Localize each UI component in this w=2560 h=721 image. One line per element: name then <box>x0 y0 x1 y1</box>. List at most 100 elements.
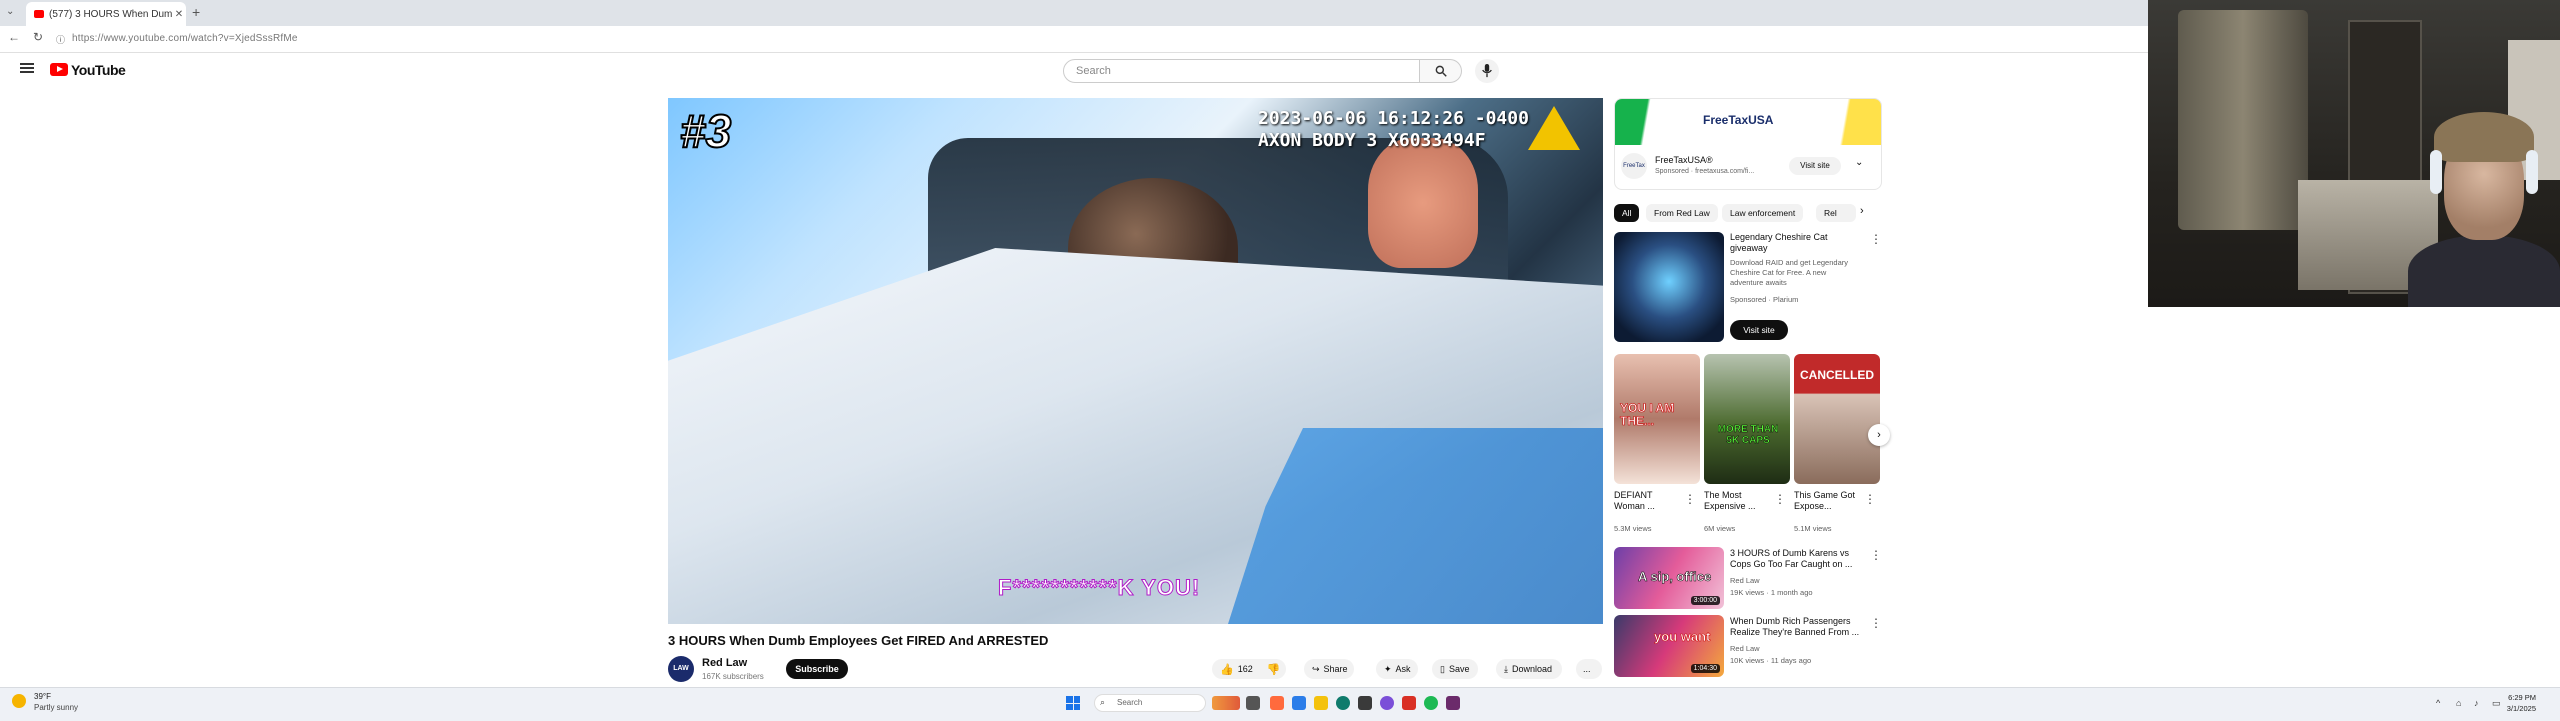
chip-law-enforcement[interactable]: Law enforcement <box>1722 204 1804 222</box>
more-icon: ... <box>1583 664 1591 674</box>
site-info-icon[interactable]: ⓘ <box>56 33 65 46</box>
share-label: Share <box>1323 664 1348 674</box>
recommended-2-channel[interactable]: Red Law <box>1730 644 1760 654</box>
download-button[interactable]: ⤓ Download <box>1496 659 1562 679</box>
share-button[interactable]: ↪ Share <box>1304 659 1354 679</box>
save-button[interactable]: ▯ Save <box>1432 659 1478 679</box>
file-explorer-icon[interactable] <box>1314 696 1328 710</box>
menu-icon[interactable] <box>20 63 34 73</box>
like-dislike-group: 👍 162 👎 <box>1212 659 1286 679</box>
browser-tab-bar <box>0 0 2148 26</box>
taskbar-search-input[interactable]: Search <box>1094 694 1206 712</box>
chip-from-red-law[interactable]: From Red Law <box>1646 204 1718 222</box>
save-label: Save <box>1448 664 1470 674</box>
taskbar-app-icon-2[interactable] <box>1292 696 1306 710</box>
taskbar-search-icon: ⌕ <box>1100 697 1106 707</box>
weather-sun-icon[interactable] <box>12 694 26 708</box>
video-player[interactable]: #3 2023-06-06 16:12:26 -0400 AXON BODY 3… <box>668 98 1603 624</box>
ask-button[interactable]: ✦ Ask <box>1376 659 1418 679</box>
video-title: 3 HOURS When Dumb Employees Get FIRED An… <box>668 633 1049 648</box>
subscribe-button[interactable]: Subscribe <box>786 659 848 679</box>
dislike-button[interactable]: 👎 <box>1267 663 1281 676</box>
more-actions-button[interactable]: ... <box>1576 659 1602 679</box>
ask-label: Ask <box>1395 664 1411 674</box>
youtube-logo-icon[interactable] <box>50 63 68 76</box>
taskbar-app-icon-6[interactable] <box>1446 696 1460 710</box>
channel-avatar[interactable]: LAW <box>668 656 694 682</box>
short-3-more-icon[interactable]: ⋮ <box>1864 492 1876 506</box>
new-tab-icon[interactable]: + <box>192 4 200 20</box>
url-field[interactable]: https://www.youtube.com/watch?v=XjedSssR… <box>72 33 298 44</box>
ad-banner[interactable]: FreeTaxUSA FreeTax FreeTaxUSA® Sponsored… <box>1614 98 1882 190</box>
promo-title[interactable]: Legendary Cheshire Cat giveaway <box>1730 232 1860 254</box>
youtube-logo-text[interactable]: YouTube <box>71 62 126 78</box>
taskbar-app-icon-5[interactable] <box>1402 696 1416 710</box>
chip-rel[interactable]: Rel <box>1816 204 1856 222</box>
recommended-1-title[interactable]: 3 HOURS of Dumb Karens vs Cops Go Too Fa… <box>1730 548 1860 570</box>
recommended-2-more-icon[interactable]: ⋮ <box>1870 616 1882 630</box>
taskbar-app-icon-3[interactable] <box>1358 696 1372 710</box>
ad-brand-text: FreeTaxUSA <box>1703 113 1774 127</box>
taskbar-app-icon-1[interactable] <box>1270 696 1284 710</box>
recommended-1-more-icon[interactable]: ⋮ <box>1870 548 1882 562</box>
short-2-title[interactable]: The Most Expensive ... <box>1704 490 1768 512</box>
search-icon <box>1435 65 1447 77</box>
edge-browser-icon[interactable] <box>1336 696 1350 710</box>
windows-start-icon[interactable] <box>1066 696 1080 710</box>
webcam-headset-right <box>2526 150 2538 194</box>
chevron-right-icon[interactable]: › <box>1860 205 1864 217</box>
promo-visit-site-button[interactable]: Visit site <box>1730 320 1788 340</box>
chip-all[interactable]: All <box>1614 204 1640 222</box>
tray-overflow-icon[interactable]: ^ <box>2436 698 2440 708</box>
search-input[interactable]: Search <box>1063 59 1420 83</box>
short-3-views: 5.1M views <box>1794 524 1832 533</box>
short-2-views: 6M views <box>1704 524 1736 533</box>
short-2-more-icon[interactable]: ⋮ <box>1774 492 1786 506</box>
close-tab-icon[interactable]: ✕ <box>172 9 186 20</box>
video-caption: F***********K YOU! <box>997 575 1201 601</box>
search-button[interactable] <box>1420 59 1462 83</box>
channel-name[interactable]: Red Law <box>702 657 747 669</box>
task-view-icon[interactable] <box>1246 696 1260 710</box>
short-1-title[interactable]: DEFIANT Woman ... <box>1614 490 1678 512</box>
webcam-person-hair <box>2434 112 2534 162</box>
recommended-thumbnail-1[interactable]: A sip, office 3:00:00 <box>1614 547 1724 609</box>
tab-list-icon[interactable]: ⌄ <box>6 6 14 17</box>
ad-advertiser: FreeTaxUSA® <box>1655 155 1713 165</box>
reload-icon[interactable]: ↻ <box>33 30 43 44</box>
short-1-more-icon[interactable]: ⋮ <box>1684 492 1696 506</box>
ad-visit-site-button[interactable]: Visit site <box>1789 157 1841 175</box>
taskbar-app-icon-4[interactable] <box>1380 696 1394 710</box>
promo-more-icon[interactable]: ⋮ <box>1870 232 1882 246</box>
voice-search-button[interactable] <box>1475 59 1499 83</box>
bodycam-device: AXON BODY 3 X6033494F <box>1258 130 1486 151</box>
subscriber-count: 167K subscribers <box>702 672 764 681</box>
recommended-1-channel[interactable]: Red Law <box>1730 576 1760 586</box>
recommended-2-title[interactable]: When Dumb Rich Passengers Realize They'r… <box>1730 616 1860 638</box>
promo-description: Download RAID and get Legendary Cheshire… <box>1730 258 1848 287</box>
download-label: Download <box>1511 664 1553 674</box>
recommended-2-duration: 1:04:30 <box>1690 664 1720 673</box>
taskbar-widget-icon[interactable] <box>1212 696 1240 710</box>
chevron-down-icon[interactable]: ⌄ <box>1855 157 1863 168</box>
weather-temperature[interactable]: 39°F <box>34 692 51 701</box>
recommended-thumbnail-2[interactable]: you want 1:04:30 <box>1614 615 1724 677</box>
promo-sponsor: Sponsored · Plarium <box>1730 295 1799 304</box>
webcam-person-body <box>2408 235 2560 307</box>
short-thumbnail-2[interactable]: MORE THAN 5K CAPS <box>1704 354 1790 484</box>
sparkle-icon: ✦ <box>1384 663 1392 674</box>
short-3-title[interactable]: This Game Got Expose... <box>1794 490 1858 512</box>
video-bodycam-timestamp: 2023-06-06 16:12:26 -0400 AXON BODY 3 X6… <box>1258 108 1529 152</box>
like-button[interactable]: 👍 162 <box>1220 663 1253 676</box>
short-thumbnail-1[interactable]: YOU I AM THE... <box>1614 354 1700 484</box>
weather-description[interactable]: Partly sunny <box>34 703 78 712</box>
back-icon[interactable]: ← <box>8 30 20 44</box>
shorts-next-arrow-icon[interactable]: › <box>1868 424 1890 446</box>
promo-thumbnail[interactable] <box>1614 232 1724 342</box>
taskbar-date[interactable]: 3/1/2025 <box>2456 704 2536 713</box>
address-bar-row <box>0 26 2148 53</box>
short-thumbnail-3[interactable]: CANCELLED <box>1794 354 1880 484</box>
taskbar-time[interactable]: 6:29 PM <box>2456 693 2536 702</box>
spotify-icon[interactable] <box>1424 696 1438 710</box>
browser-tab[interactable]: (577) 3 HOURS When Dumb E... ✕ <box>26 2 186 26</box>
